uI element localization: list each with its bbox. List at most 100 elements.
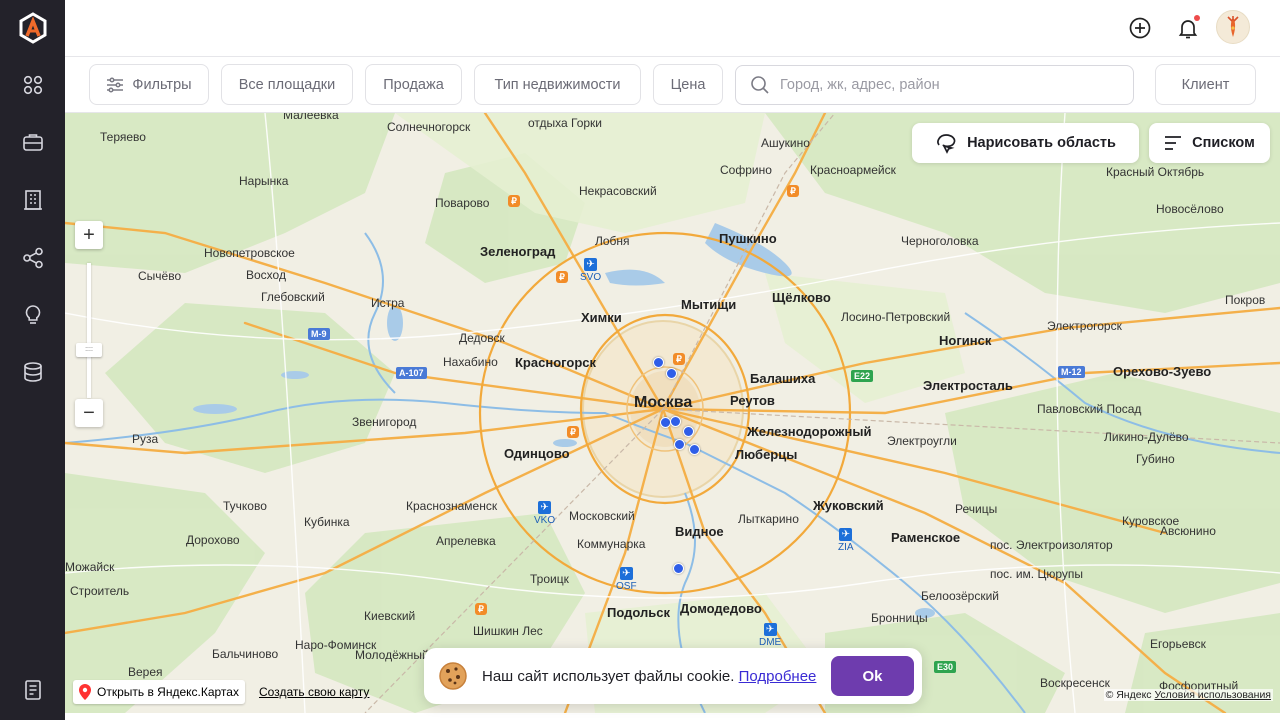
city-label: Одинцово [504, 446, 570, 461]
zoom-slider-handle[interactable]: :::: [76, 343, 102, 357]
filter-bar: Фильтры Все площадки Продажа Тип недвижи… [65, 57, 1280, 113]
airport-code: OSF [616, 581, 637, 592]
city-label: Троицк [530, 572, 569, 586]
create-map-link[interactable]: Создать свою карту [259, 685, 369, 699]
draw-lasso-icon [937, 134, 956, 154]
draw-area-button[interactable]: Нарисовать область [912, 123, 1139, 163]
all-sites-button[interactable]: Все площадки [221, 64, 353, 105]
sidebar [0, 0, 65, 720]
open-yandex-maps-link[interactable]: Открыть в Яндекс.Картах [73, 680, 245, 704]
search-field[interactable] [735, 65, 1134, 105]
map[interactable]: Москва Зеленоград Химки Мытищи Щёлково П… [65, 113, 1280, 713]
draw-area-label: Нарисовать область [967, 135, 1116, 151]
railway-station-icon: ₽ [787, 185, 799, 197]
property-marker[interactable] [674, 439, 685, 450]
road-shield: E30 [934, 661, 957, 673]
avatar-icon[interactable] [1216, 10, 1250, 44]
city-label: Раменское [891, 530, 961, 545]
cookie-text: Наш сайт использует файлы cookie. [482, 667, 735, 685]
plus-circle-icon[interactable] [1126, 14, 1154, 42]
city-label: Зеленоград [480, 244, 556, 259]
city-label: Видное [675, 524, 724, 539]
airport-code: ZIA [838, 542, 854, 553]
client-button[interactable]: Клиент [1155, 64, 1256, 105]
terms-link[interactable]: Условия использования [1154, 689, 1271, 701]
city-label: Звенигород [352, 415, 417, 429]
document-icon[interactable] [21, 678, 45, 702]
city-label: Кубинка [304, 515, 350, 529]
deal-type-button[interactable]: Продажа [365, 64, 462, 105]
city-label: Нахабино [443, 355, 498, 369]
property-marker[interactable] [666, 368, 677, 379]
property-marker[interactable] [689, 444, 700, 455]
list-view-button[interactable]: Списком [1149, 123, 1270, 163]
city-label: Павловский Посад [1037, 402, 1142, 416]
city-label: Солнечногорск [387, 120, 471, 134]
city-label: Глебовский [261, 290, 325, 304]
city-label: Красногорск [515, 355, 596, 370]
city-label: Воскресенск [1040, 676, 1110, 690]
city-label: Реутов [730, 393, 775, 408]
property-marker[interactable] [653, 357, 664, 368]
filters-label: Фильтры [132, 76, 192, 93]
city-label: Руза [132, 432, 159, 446]
share-network-icon[interactable] [21, 246, 45, 270]
lightbulb-icon[interactable] [21, 303, 45, 327]
road-shield: E22 [851, 370, 874, 382]
price-button[interactable]: Цена [653, 64, 723, 105]
city-label: Лобня [595, 234, 630, 248]
zoom-out-button[interactable]: − [75, 399, 103, 427]
brand-logo[interactable] [17, 12, 49, 44]
map-copyright: © Яндекс Условия использования [1103, 689, 1273, 701]
city-label: Коммунарка [577, 537, 646, 551]
briefcase-icon[interactable] [21, 130, 45, 154]
client-label: Клиент [1181, 76, 1230, 93]
railway-station-icon: ₽ [556, 271, 568, 283]
city-label: Мытищи [681, 297, 737, 312]
zoom-slider-track[interactable] [87, 263, 91, 398]
road-shield: M-12 [1058, 366, 1085, 378]
city-label: Софрино [720, 163, 772, 177]
cookie-banner: Наш сайт использует файлы cookie. Подроб… [424, 648, 922, 704]
railway-station-icon: ₽ [673, 353, 685, 365]
property-marker[interactable] [673, 563, 684, 574]
city-label: Москва [634, 394, 693, 411]
search-input[interactable] [780, 77, 1110, 93]
property-marker[interactable] [670, 416, 681, 427]
city-label: пос. Электроизолятор [990, 538, 1113, 552]
bell-icon[interactable] [1174, 14, 1202, 42]
city-label: Балашиха [750, 371, 816, 386]
railway-station-icon: ₽ [475, 603, 487, 615]
sliders-icon [107, 76, 124, 93]
airport-code: VKO [534, 515, 556, 526]
city-label: Лосино-Петровский [841, 310, 951, 324]
map-pin-icon [79, 684, 91, 700]
dashboard-grid-icon[interactable] [21, 73, 45, 97]
list-icon [1165, 136, 1182, 150]
city-label: Домодедово [680, 601, 762, 616]
city-label: Строитель [70, 584, 130, 598]
cookie-more-link[interactable]: Подробнее [739, 668, 817, 685]
cookie-ok-button[interactable]: Ok [831, 656, 914, 696]
zoom-in-button[interactable]: + [75, 221, 103, 249]
property-marker[interactable] [683, 426, 694, 437]
database-icon[interactable] [21, 360, 45, 384]
city-label: Тучково [223, 499, 267, 513]
city-label: Лыткарино [738, 512, 799, 526]
city-label: Электрогорск [1047, 319, 1122, 333]
city-label: Восход [246, 268, 286, 282]
airport-icon: ✈ VKO [534, 501, 556, 526]
app: Фильтры Все площадки Продажа Тип недвижи… [0, 0, 1280, 720]
city-label: Орехово-Зуево [1113, 364, 1212, 379]
property-type-label: Тип недвижимости [494, 76, 621, 93]
city-label: Красноармейск [810, 163, 896, 177]
city-label: Сычёво [138, 269, 182, 283]
city-label: Авсюнино [1160, 524, 1216, 538]
city-label: Электроугли [887, 434, 957, 448]
filters-button[interactable]: Фильтры [89, 64, 209, 105]
topbar [65, 0, 1280, 57]
city-label: Новосёлово [1156, 202, 1224, 216]
city-label: Московский [569, 509, 635, 523]
property-type-button[interactable]: Тип недвижимости [474, 64, 641, 105]
building-icon[interactable] [21, 188, 45, 212]
